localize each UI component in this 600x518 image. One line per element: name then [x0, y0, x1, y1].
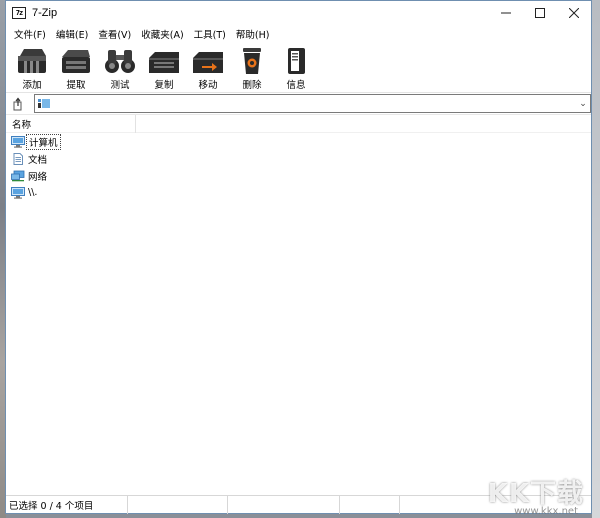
list-item-device-root[interactable]: \\. — [6, 184, 591, 201]
delete-button[interactable]: 删除 — [230, 43, 274, 93]
file-list: 名称 计算机 文档 网络 \\. — [6, 115, 591, 493]
watermark-url: www.kkx.net — [514, 506, 578, 517]
menu-bar: 文件(F) 编辑(E) 查看(V) 收藏夹(A) 工具(T) 帮助(H) — [6, 25, 591, 43]
minimize-button[interactable] — [489, 1, 523, 25]
status-cell-4 — [340, 495, 400, 514]
address-input[interactable] — [54, 96, 576, 111]
menu-file[interactable]: 文件(F) — [10, 27, 50, 41]
menu-tools[interactable]: 工具(T) — [190, 27, 230, 41]
computer-icon — [38, 99, 50, 108]
add-archive-icon — [18, 49, 46, 73]
extract-button[interactable]: 提取 — [54, 43, 98, 93]
list-item-network[interactable]: 网络 — [6, 167, 591, 184]
window-controls — [489, 1, 591, 25]
copy-icon — [149, 52, 179, 73]
delete-label: 删除 — [242, 80, 262, 91]
document-icon — [13, 152, 23, 165]
main-window: 7z 7-Zip 文件(F) 编辑(E) 查看(V) 收藏夹(A) 工具(T) … — [5, 0, 592, 514]
test-button[interactable]: 测试 — [98, 43, 142, 93]
toolbar: 添加 提取 测试 复制 移动 删除 信息 — [6, 43, 591, 93]
maximize-icon — [535, 8, 545, 18]
up-folder-button[interactable] — [10, 95, 28, 113]
test-binoculars-icon — [105, 50, 135, 73]
list-item-computer[interactable]: 计算机 — [6, 133, 591, 150]
delete-icon — [243, 48, 261, 74]
watermark-logo: KK下载 — [487, 479, 584, 509]
move-icon — [193, 52, 223, 73]
status-cell-2 — [128, 495, 228, 514]
info-icon — [288, 48, 305, 74]
list-item-label: 文档 — [28, 154, 48, 166]
add-label: 添加 — [22, 80, 42, 91]
column-header-name[interactable]: 名称 — [6, 115, 136, 133]
minimize-icon — [501, 12, 511, 14]
extract-icon — [62, 50, 90, 73]
desktop-background-right — [592, 0, 600, 518]
info-label: 信息 — [286, 80, 306, 91]
move-label: 移动 — [198, 80, 218, 91]
close-button[interactable] — [557, 1, 591, 25]
close-icon — [569, 8, 579, 18]
up-folder-icon — [13, 97, 22, 110]
list-item-label: 计算机 — [26, 133, 61, 150]
move-button[interactable]: 移动 — [186, 43, 230, 93]
menu-favorites[interactable]: 收藏夹(A) — [137, 27, 187, 41]
menu-edit[interactable]: 编辑(E) — [52, 27, 92, 41]
computer-icon — [11, 135, 25, 148]
column-header-filler — [136, 115, 591, 132]
info-button[interactable]: 信息 — [274, 43, 318, 93]
status-cell-3 — [228, 495, 340, 514]
add-button[interactable]: 添加 — [10, 43, 54, 93]
app-logo-icon: 7z — [12, 7, 26, 19]
computer-icon — [11, 186, 25, 199]
menu-view[interactable]: 查看(V) — [94, 27, 135, 41]
test-label: 测试 — [110, 80, 130, 91]
address-combobox[interactable]: ⌄ — [34, 94, 591, 113]
menu-help[interactable]: 帮助(H) — [232, 27, 274, 41]
list-item-label: \\. — [28, 187, 38, 198]
address-bar: ⌄ — [6, 93, 591, 115]
chevron-down-icon[interactable]: ⌄ — [576, 99, 590, 109]
maximize-button[interactable] — [523, 1, 557, 25]
copy-label: 复制 — [154, 80, 174, 91]
list-header: 名称 — [6, 115, 591, 133]
list-item-documents[interactable]: 文档 — [6, 150, 591, 167]
network-icon — [11, 170, 25, 181]
copy-button[interactable]: 复制 — [142, 43, 186, 93]
window-title: 7-Zip — [32, 7, 58, 19]
title-bar[interactable]: 7z 7-Zip — [6, 1, 591, 25]
extract-label: 提取 — [66, 80, 86, 91]
list-item-label: 网络 — [28, 171, 48, 183]
status-selection: 已选择 0 / 4 个项目 — [6, 495, 128, 514]
